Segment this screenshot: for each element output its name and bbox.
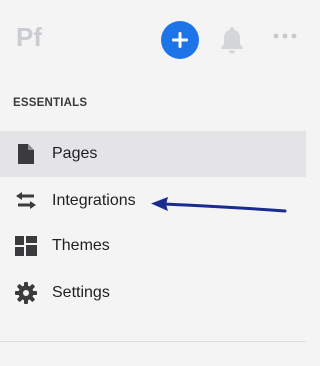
notifications-button[interactable]	[219, 25, 245, 55]
ellipsis-icon	[273, 33, 297, 39]
sidebar-panel: Pf ESSENTIALS Pages Integrations Themes …	[0, 0, 306, 366]
sidebar-item-themes[interactable]: Themes	[0, 223, 306, 269]
section-title-essentials: ESSENTIALS	[13, 97, 88, 109]
more-options-button[interactable]	[270, 22, 304, 50]
gear-icon	[14, 281, 38, 305]
sidebar-item-label: Themes	[52, 237, 110, 254]
sidebar-item-label: Settings	[52, 284, 110, 301]
sidebar-item-label: Integrations	[52, 192, 136, 209]
sidebar-item-integrations[interactable]: Integrations	[0, 178, 306, 224]
sidebar-item-settings[interactable]: Settings	[0, 270, 306, 316]
bell-icon	[221, 27, 243, 54]
document-icon	[14, 142, 38, 166]
swap-arrows-icon	[14, 189, 38, 213]
add-button[interactable]	[161, 21, 199, 59]
sidebar-item-label: Pages	[52, 145, 98, 162]
plus-icon	[172, 32, 188, 48]
divider	[0, 341, 306, 342]
sidebar-item-pages[interactable]: Pages	[0, 131, 306, 177]
app-logo: Pf	[16, 22, 42, 52]
layout-grid-icon	[14, 234, 38, 258]
